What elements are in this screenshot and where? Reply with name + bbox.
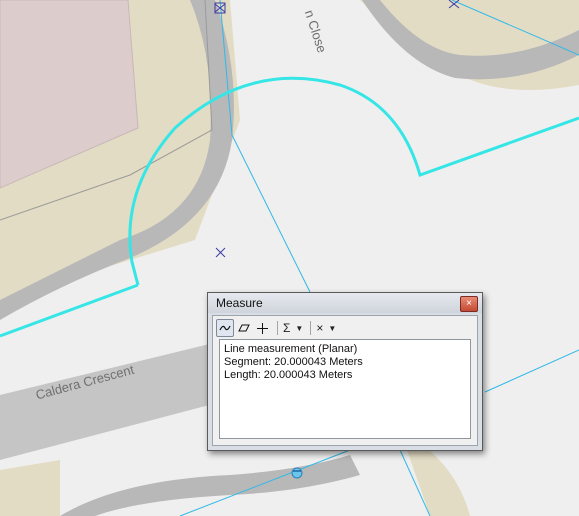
line-measure-icon bbox=[219, 325, 231, 331]
measure-area-button[interactable] bbox=[236, 320, 252, 336]
measure-titlebar[interactable]: Measure × bbox=[208, 293, 482, 313]
sum-icon: Σ bbox=[283, 321, 291, 335]
measurement-type-text: Line measurement (Planar) bbox=[224, 343, 358, 355]
area-measure-icon bbox=[238, 324, 250, 332]
measure-toolbar: Σ ▼ × ▼ bbox=[216, 319, 474, 337]
crosshair-icon bbox=[256, 322, 268, 334]
close-icon: × bbox=[466, 298, 472, 309]
chevron-down-icon: ▼ bbox=[328, 323, 337, 333]
sum-dropdown-button[interactable]: Σ ▼ bbox=[283, 320, 303, 336]
chevron-down-icon: ▼ bbox=[295, 323, 304, 333]
toolbar-separator bbox=[310, 321, 312, 335]
segment-length-text: Segment: 20.000043 Meters bbox=[224, 356, 363, 368]
clear-icon: × bbox=[316, 321, 324, 335]
measure-feature-button[interactable] bbox=[254, 320, 270, 336]
measure-body: Σ ▼ × ▼ Line measurement (Planar) Segmen… bbox=[212, 315, 478, 446]
clear-dropdown-button[interactable]: × ▼ bbox=[316, 320, 336, 336]
window-title: Measure bbox=[216, 296, 263, 310]
measure-output-panel[interactable]: Line measurement (Planar) Segment: 20.00… bbox=[219, 339, 471, 439]
hydrant-icon bbox=[291, 467, 303, 479]
close-button[interactable]: × bbox=[460, 296, 478, 312]
measure-line-button[interactable] bbox=[216, 319, 234, 337]
measure-window[interactable]: Measure × Σ ▼ × ▼ Line measurement (Plan… bbox=[207, 292, 483, 451]
toolbar-separator bbox=[277, 321, 278, 335]
total-length-text: Length: 20.000043 Meters bbox=[224, 369, 353, 381]
